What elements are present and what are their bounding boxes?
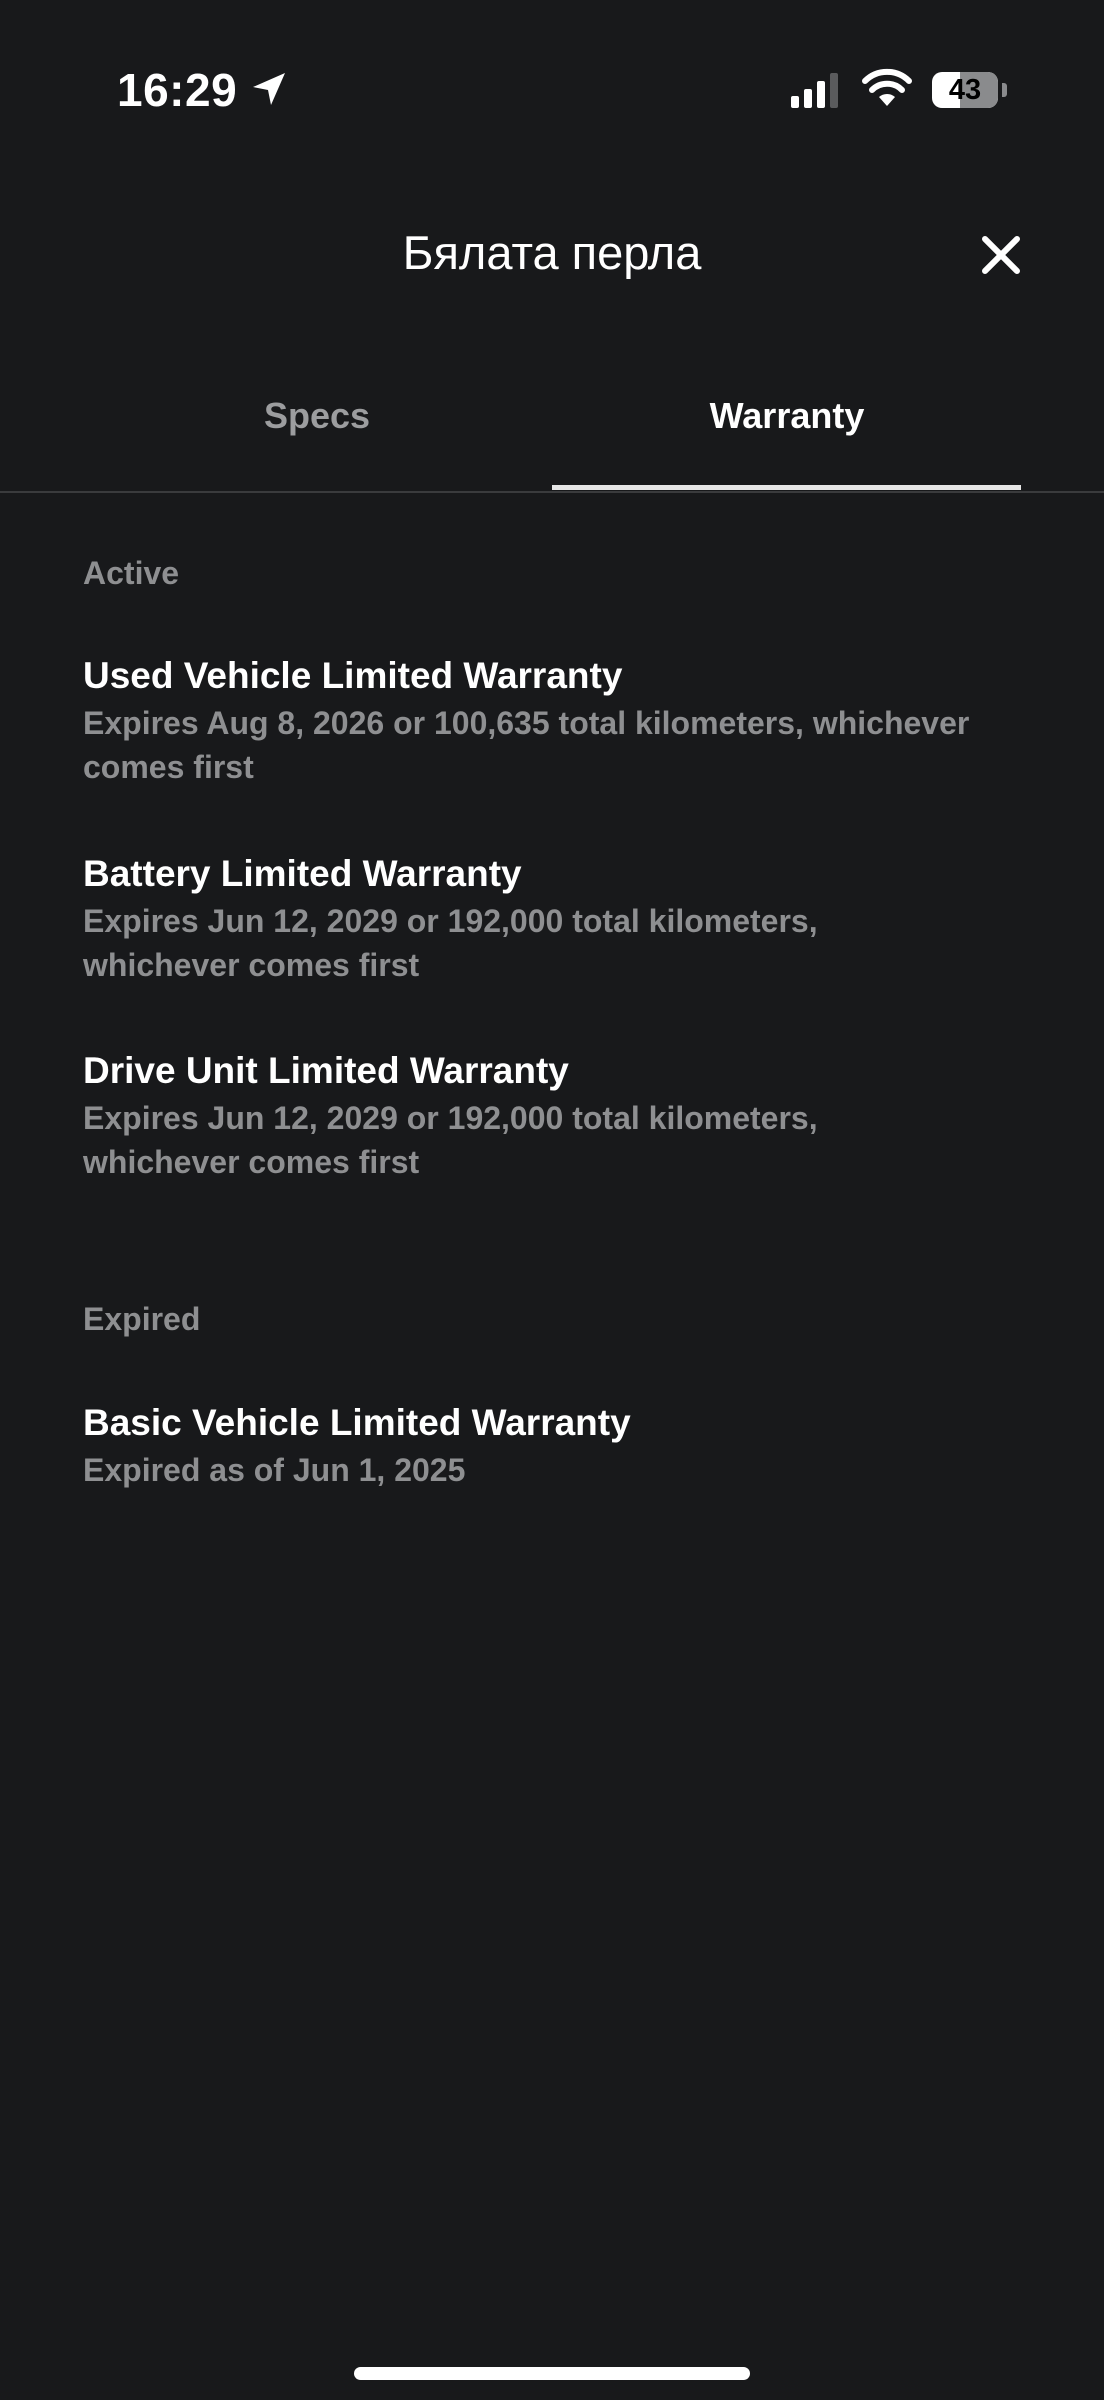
close-icon bbox=[982, 236, 1020, 274]
close-button[interactable] bbox=[966, 220, 1036, 290]
page-title: Бялата перла bbox=[402, 226, 702, 279]
cellular-signal-icon bbox=[791, 73, 838, 108]
home-indicator[interactable] bbox=[354, 2367, 750, 2380]
status-time: 16:29 bbox=[117, 64, 238, 116]
wifi-icon bbox=[862, 68, 912, 106]
tab-selected-indicator bbox=[552, 485, 1021, 490]
warranty-description: Expires Aug 8, 2026 or 100,635 total kil… bbox=[83, 705, 970, 785]
battery-level: 43 bbox=[948, 74, 982, 106]
section-heading-active: Active bbox=[83, 555, 180, 591]
warranty-item-used-vehicle[interactable]: Used Vehicle Limited Warranty Expires Au… bbox=[83, 651, 1073, 789]
tabs-divider bbox=[0, 491, 1104, 493]
tab-warranty[interactable]: Warranty bbox=[552, 378, 1022, 488]
warranty-description: Expires Jun 12, 2029 or 192,000 total ki… bbox=[83, 903, 818, 983]
section-heading-expired: Expired bbox=[83, 1301, 201, 1337]
location-arrow-icon bbox=[253, 73, 285, 105]
warranty-item-drive-unit[interactable]: Drive Unit Limited Warranty Expires Jun … bbox=[83, 1046, 1073, 1184]
status-bar: 16:29 43 bbox=[0, 0, 1104, 180]
warranty-description: Expires Jun 12, 2029 or 192,000 total ki… bbox=[83, 1100, 818, 1180]
warranty-item-basic-vehicle[interactable]: Basic Vehicle Limited Warranty Expired a… bbox=[83, 1398, 1073, 1492]
battery-cap bbox=[1002, 83, 1007, 97]
battery-icon: 43 bbox=[932, 72, 1007, 108]
warranty-item-battery[interactable]: Battery Limited Warranty Expires Jun 12,… bbox=[83, 849, 1073, 987]
warranty-title: Basic Vehicle Limited Warranty bbox=[83, 1402, 631, 1443]
warranty-description: Expired as of Jun 1, 2025 bbox=[83, 1452, 466, 1488]
battery-body: 43 bbox=[932, 72, 998, 108]
warranty-title: Drive Unit Limited Warranty bbox=[83, 1050, 569, 1091]
tab-specs[interactable]: Specs bbox=[82, 378, 552, 488]
warranty-title: Battery Limited Warranty bbox=[83, 853, 522, 894]
warranty-title: Used Vehicle Limited Warranty bbox=[83, 655, 623, 696]
